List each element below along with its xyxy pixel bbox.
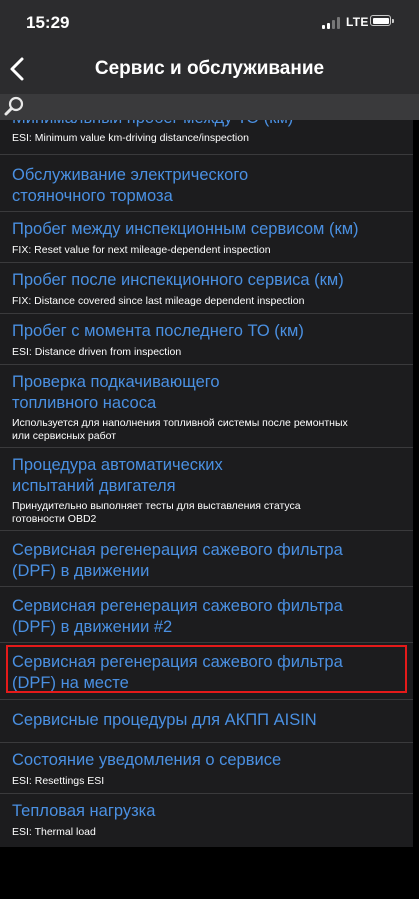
bottom-safe-area <box>0 847 419 899</box>
list-item-title: стояночного тормоза <box>12 187 173 205</box>
list-item-subtitle: ESI: Minimum value km-driving distance/i… <box>12 132 249 144</box>
list-item-subtitle: FIX: Distance covered since last mileage… <box>12 295 305 307</box>
navigation-bar: Сервис и обслуживание <box>0 44 419 94</box>
list-item[interactable]: Сервисная регенерация сажевого фильтра (… <box>0 531 413 587</box>
list-item[interactable]: Сервисные процедуры для АКПП AISIN <box>0 700 413 743</box>
list-item[interactable]: Проверка подкачивающего топливного насос… <box>0 365 413 448</box>
service-procedure-list: Минимальный пробег между ТО (км) ESI: Mi… <box>0 120 413 847</box>
list-item-title: Обслуживание электрического <box>12 166 249 184</box>
list-item-title: Проверка подкачивающего <box>12 373 220 391</box>
status-bar: 15:29 LTE <box>0 0 419 44</box>
list-item[interactable]: Состояние уведомления о сервисе ESI: Res… <box>0 743 413 794</box>
list-item-subtitle: или сервисных работ <box>12 430 117 442</box>
list-item-subtitle: ESI: Resettings ESI <box>12 775 105 787</box>
list-item-title: Сервисная регенерация сажевого фильтра <box>12 541 343 559</box>
list-item[interactable]: Процедура автоматических испытаний двига… <box>0 448 413 531</box>
list-item-subtitle: ESI: Thermal load <box>12 826 96 838</box>
list-item-title: Пробег между инспекционным сервисом (км) <box>12 220 359 238</box>
list-item-subtitle: готовности OBD2 <box>12 513 97 525</box>
list-item-subtitle: ESI: Distance driven from inspection <box>12 346 182 358</box>
list-item-subtitle: FIX: Reset value for next mileage-depend… <box>12 244 271 256</box>
highlight-box <box>6 645 407 693</box>
list-item-title: Тепловая нагрузка <box>12 802 156 820</box>
list-item-title: Состояние уведомления о сервисе <box>12 751 282 769</box>
list-item-subtitle: Используется для наполнения топливной си… <box>12 417 348 429</box>
screen: 15:29 LTE Сервис и обслуживание Минималь… <box>0 0 419 899</box>
search-input[interactable] <box>30 96 414 120</box>
list-item[interactable]: Минимальный пробег между ТО (км) ESI: Mi… <box>0 120 413 155</box>
list-item-title: Сервисные процедуры для АКПП AISIN <box>12 711 317 729</box>
list-item-title: Пробег с момента последнего ТО (км) <box>12 322 304 340</box>
cellular-signal-icon <box>322 17 342 29</box>
list-item-title: Минимальный пробег между ТО (км) <box>12 120 405 128</box>
list-item[interactable]: Пробег между инспекционным сервисом (км)… <box>0 212 413 263</box>
list-item-title: Сервисная регенерация сажевого фильтра <box>12 597 343 615</box>
list-item[interactable]: Пробег с момента последнего ТО (км) ESI:… <box>0 314 413 365</box>
search-icon <box>4 96 24 116</box>
network-type-label: LTE <box>346 15 369 29</box>
scrollbar-track <box>413 120 419 847</box>
list-item-subtitle: Принудительно выполняет тесты для выстав… <box>12 500 301 512</box>
list-item[interactable]: Обслуживание электрического стояночного … <box>0 155 413 212</box>
page-title: Сервис и обслуживание <box>94 58 325 79</box>
list-item-title: топливного насоса <box>12 394 157 412</box>
list-item-title: испытаний двигателя <box>12 477 176 495</box>
list-item-title: (DPF) в движении <box>12 562 150 580</box>
list-item-title: Процедура автоматических <box>12 456 223 474</box>
list-item[interactable]: Сервисная регенерация сажевого фильтра (… <box>0 587 413 643</box>
list-item-title: Пробег после инспекционного сервиса (км) <box>12 271 344 289</box>
battery-icon <box>370 15 394 26</box>
list-item[interactable]: Тепловая нагрузка ESI: Thermal load <box>0 794 413 847</box>
status-time: 15:29 <box>26 13 70 32</box>
list-item[interactable]: Пробег после инспекционного сервиса (км)… <box>0 263 413 314</box>
search-bar <box>0 94 419 120</box>
list-item-title: (DPF) в движении #2 <box>12 618 173 636</box>
